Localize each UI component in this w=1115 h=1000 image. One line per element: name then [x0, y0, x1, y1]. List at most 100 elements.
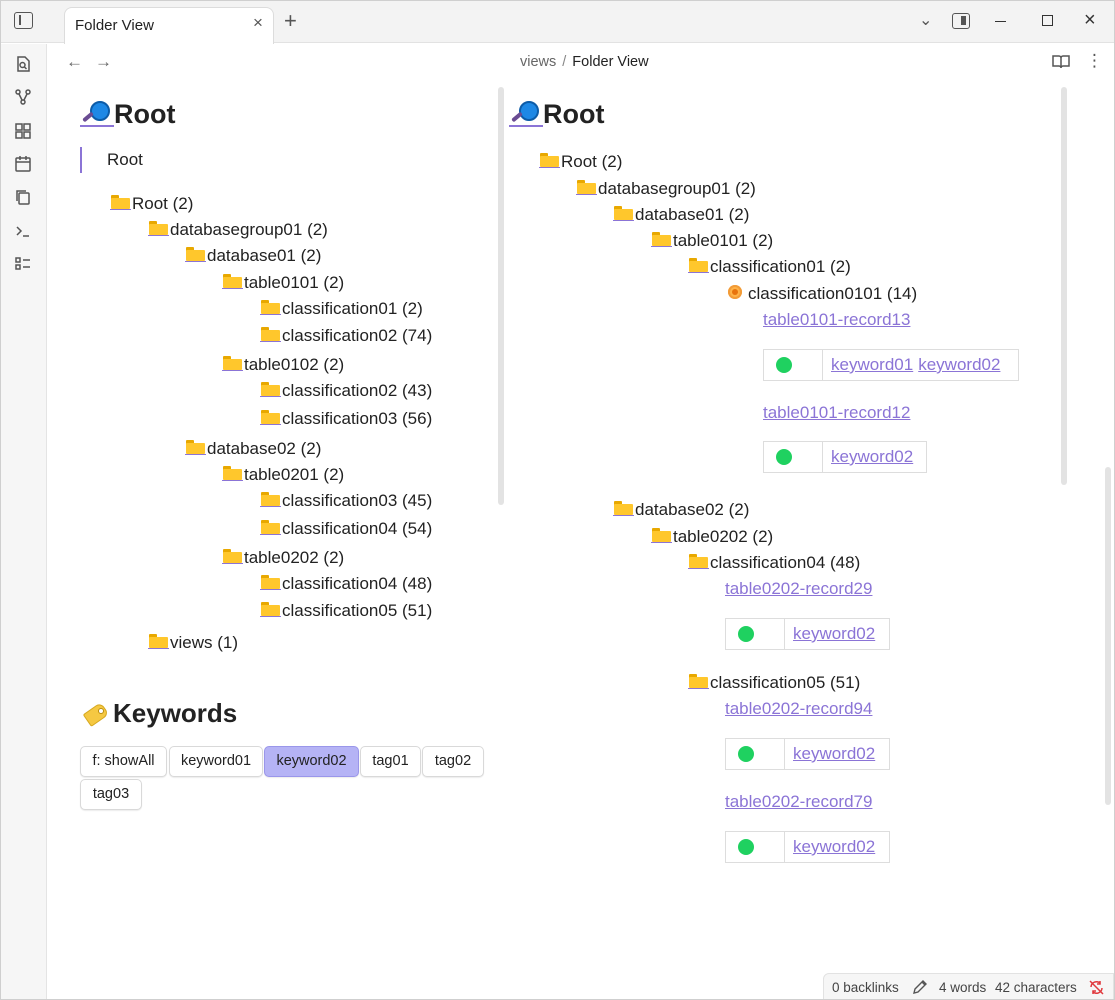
folder-icon — [576, 180, 597, 195]
keyword-link[interactable]: keyword01 — [831, 355, 913, 374]
list-icon[interactable] — [14, 255, 32, 273]
tree-item-classification04-b[interactable]: classification04 (48) — [260, 573, 432, 595]
record-table: keyword02 — [725, 831, 890, 863]
terminal-icon[interactable] — [14, 222, 32, 240]
record-link-table0202-record94[interactable]: table0202-record94 — [725, 699, 872, 719]
rtree-item-classification04[interactable]: classification04 (48) — [688, 552, 860, 574]
rtree-item-databasegroup01[interactable]: databasegroup01 (2) — [576, 178, 756, 200]
filter-tag03-button[interactable]: tag03 — [80, 779, 142, 810]
folder-icon — [260, 602, 281, 617]
folder-icon — [222, 549, 243, 564]
left-root-heading: Root — [80, 99, 175, 130]
chevron-down-icon[interactable]: ⌄ — [919, 10, 932, 30]
tree-item-table0201[interactable]: table0201 (2) — [222, 464, 344, 486]
record-table: keyword02 — [725, 738, 890, 770]
canvas-icon[interactable] — [14, 122, 32, 140]
record-table: keyword02 — [725, 618, 890, 650]
right-pane-scrollbar[interactable] — [1061, 87, 1067, 485]
title-bar: Folder View × + ⌄ × — [1, 1, 1114, 44]
rtree-item-database01[interactable]: database01 (2) — [613, 204, 749, 226]
folder-icon — [260, 382, 281, 397]
rtree-item-classification0101[interactable]: classification0101 (14) — [726, 283, 917, 305]
more-options-icon[interactable]: ⋮ — [1086, 52, 1103, 69]
folder-icon — [613, 206, 634, 221]
record-link-table0202-record79[interactable]: table0202-record79 — [725, 792, 872, 812]
file-search-icon[interactable] — [14, 55, 32, 73]
rtree-item-database02[interactable]: database02 (2) — [613, 499, 749, 521]
folder-icon — [260, 520, 281, 535]
keyword-link[interactable]: keyword02 — [793, 624, 875, 643]
tree-item-classification03-b[interactable]: classification03 (45) — [260, 490, 432, 512]
tree-item-classification03[interactable]: classification03 (56) — [260, 408, 432, 430]
minimize-icon[interactable] — [995, 21, 1006, 23]
close-tab-icon[interactable]: × — [250, 14, 266, 31]
status-dot-icon — [738, 839, 754, 855]
calendar-icon[interactable] — [14, 155, 32, 173]
tree-item-classification02[interactable]: classification02 (74) — [260, 325, 432, 347]
folder-icon — [539, 153, 560, 168]
tree-item-table0202[interactable]: table0202 (2) — [222, 547, 344, 569]
left-pane: Root Root Root (2) databasegroup01 (2) d… — [48, 83, 508, 983]
folder-icon — [688, 674, 709, 689]
rtree-item-root[interactable]: Root (2) — [539, 151, 622, 173]
filter-keyword01-button[interactable]: keyword01 — [169, 746, 263, 777]
magnifier-icon — [80, 99, 114, 127]
folder-icon — [110, 195, 131, 210]
character-count: 42 characters — [995, 980, 1077, 995]
tree-item-table0102[interactable]: table0102 (2) — [222, 354, 344, 376]
tree-item-views[interactable]: views (1) — [148, 632, 238, 654]
tree-item-databasegroup01[interactable]: databasegroup01 (2) — [148, 219, 328, 241]
backlinks-count[interactable]: 0 backlinks — [832, 980, 899, 995]
folder-icon — [185, 440, 206, 455]
record-link-table0202-record29[interactable]: table0202-record29 — [725, 579, 872, 599]
keywords-heading: Keywords — [81, 698, 237, 729]
toggle-right-sidebar-icon[interactable] — [952, 13, 970, 29]
filter-keyword02-button[interactable]: keyword02 — [264, 746, 359, 777]
window-scrollbar[interactable] — [1105, 467, 1111, 805]
record-link-table0101-record12[interactable]: table0101-record12 — [763, 403, 910, 423]
folder-icon — [185, 247, 206, 262]
rtree-item-classification01[interactable]: classification01 (2) — [688, 256, 851, 278]
folder-icon — [222, 356, 243, 371]
keyword-link[interactable]: keyword02 — [793, 744, 875, 763]
back-arrow-icon[interactable]: ← — [66, 52, 83, 72]
pencil-icon[interactable] — [912, 979, 928, 995]
filter-tag02-button[interactable]: tag02 — [422, 746, 484, 777]
folder-icon — [260, 300, 281, 315]
record-link-table0101-record13[interactable]: table0101-record13 — [763, 310, 910, 330]
tree-item-table0101[interactable]: table0101 (2) — [222, 272, 344, 294]
reading-view-icon[interactable] — [1052, 54, 1070, 70]
keyword-link[interactable]: keyword02 — [831, 447, 913, 466]
filter-showall-button[interactable]: f: showAll — [80, 746, 167, 777]
breadcrumb-separator: / — [562, 54, 567, 70]
maximize-icon[interactable] — [1042, 15, 1053, 26]
tree-item-classification04[interactable]: classification04 (54) — [260, 518, 432, 540]
folder-icon — [613, 501, 634, 516]
tree-item-root[interactable]: Root (2) — [110, 193, 193, 215]
breadcrumb-current[interactable]: Folder View — [572, 54, 648, 70]
filter-tag01-button[interactable]: tag01 — [360, 746, 421, 777]
record-table: keyword01 keyword02 — [763, 349, 1019, 381]
close-window-icon[interactable]: × — [1084, 9, 1096, 31]
status-bar: 0 backlinks 4 words 42 characters — [823, 973, 1114, 999]
tab-folder-view[interactable]: Folder View × — [64, 7, 274, 44]
graph-icon[interactable] — [14, 88, 32, 106]
rtree-item-table0202[interactable]: table0202 (2) — [651, 526, 773, 548]
tree-item-classification02-b[interactable]: classification02 (43) — [260, 380, 432, 402]
tree-item-classification01[interactable]: classification01 (2) — [260, 298, 423, 320]
breadcrumb-parent[interactable]: views — [520, 54, 556, 70]
rtree-item-table0101[interactable]: table0101 (2) — [651, 230, 773, 252]
folder-icon — [260, 492, 281, 507]
copy-icon[interactable] — [14, 188, 32, 206]
tree-item-classification05[interactable]: classification05 (51) — [260, 600, 432, 622]
forward-arrow-icon[interactable]: → — [95, 52, 112, 72]
sidebar-toggle-icon[interactable] — [14, 12, 33, 29]
sync-off-icon[interactable] — [1088, 979, 1105, 996]
tree-item-database01[interactable]: database01 (2) — [185, 245, 321, 267]
rtree-item-classification05[interactable]: classification05 (51) — [688, 672, 860, 694]
left-pane-scrollbar[interactable] — [498, 87, 504, 505]
keyword-link[interactable]: keyword02 — [793, 837, 875, 856]
keyword-link[interactable]: keyword02 — [918, 355, 1000, 374]
tree-item-database02[interactable]: database02 (2) — [185, 438, 321, 460]
new-tab-icon[interactable]: + — [284, 10, 297, 32]
